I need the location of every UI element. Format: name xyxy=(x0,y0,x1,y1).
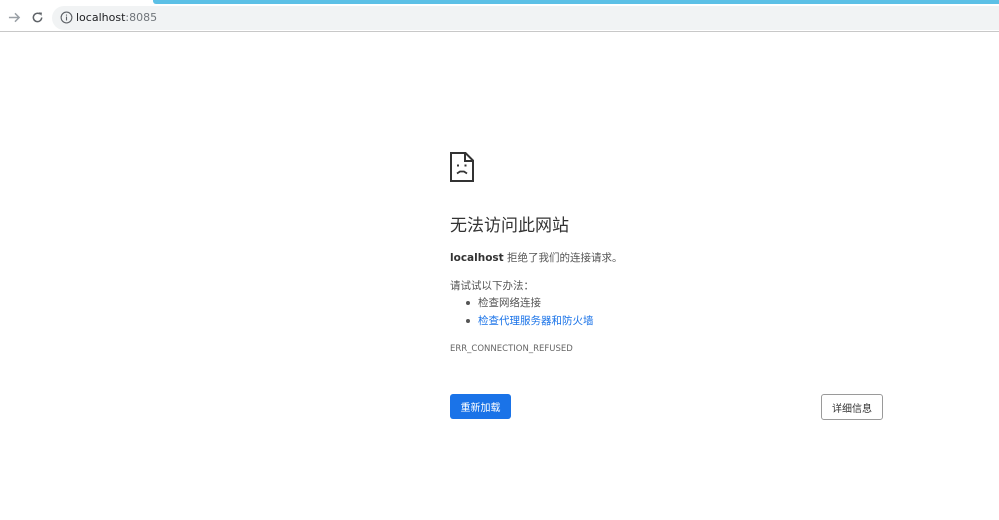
error-message: localhost 拒绝了我们的连接请求。 xyxy=(450,251,623,265)
url-host: localhost xyxy=(76,11,126,24)
reload-button[interactable]: 重新加载 xyxy=(450,394,511,419)
url-port: :8085 xyxy=(125,11,158,24)
forward-button[interactable] xyxy=(5,8,23,26)
details-button[interactable]: 详细信息 xyxy=(821,394,883,420)
error-host: localhost xyxy=(450,252,504,264)
error-title: 无法访问此网站 xyxy=(450,216,569,236)
arrow-right-icon xyxy=(8,12,20,22)
reload-page-button[interactable] xyxy=(28,8,46,26)
suggestion-check-proxy-link[interactable]: 检查代理服务器和防火墙 xyxy=(466,314,594,332)
browser-toolbar: localhost:8085 xyxy=(0,0,999,32)
address-bar[interactable]: localhost:8085 xyxy=(52,6,999,30)
url-text[interactable]: localhost:8085 xyxy=(76,11,157,25)
suggestions-heading: 请试试以下办法： xyxy=(450,280,534,292)
info-icon[interactable] xyxy=(60,11,73,24)
suggestions-list: 检查网络连接 检查代理服务器和防火墙 xyxy=(466,296,594,332)
refused-text: 拒绝了我们的连接请求。 xyxy=(503,252,623,264)
suggestion-check-network: 检查网络连接 xyxy=(466,296,594,314)
reload-icon xyxy=(32,11,42,22)
error-code: ERR_CONNECTION_REFUSED xyxy=(450,344,573,354)
sad-page-icon xyxy=(450,152,474,182)
